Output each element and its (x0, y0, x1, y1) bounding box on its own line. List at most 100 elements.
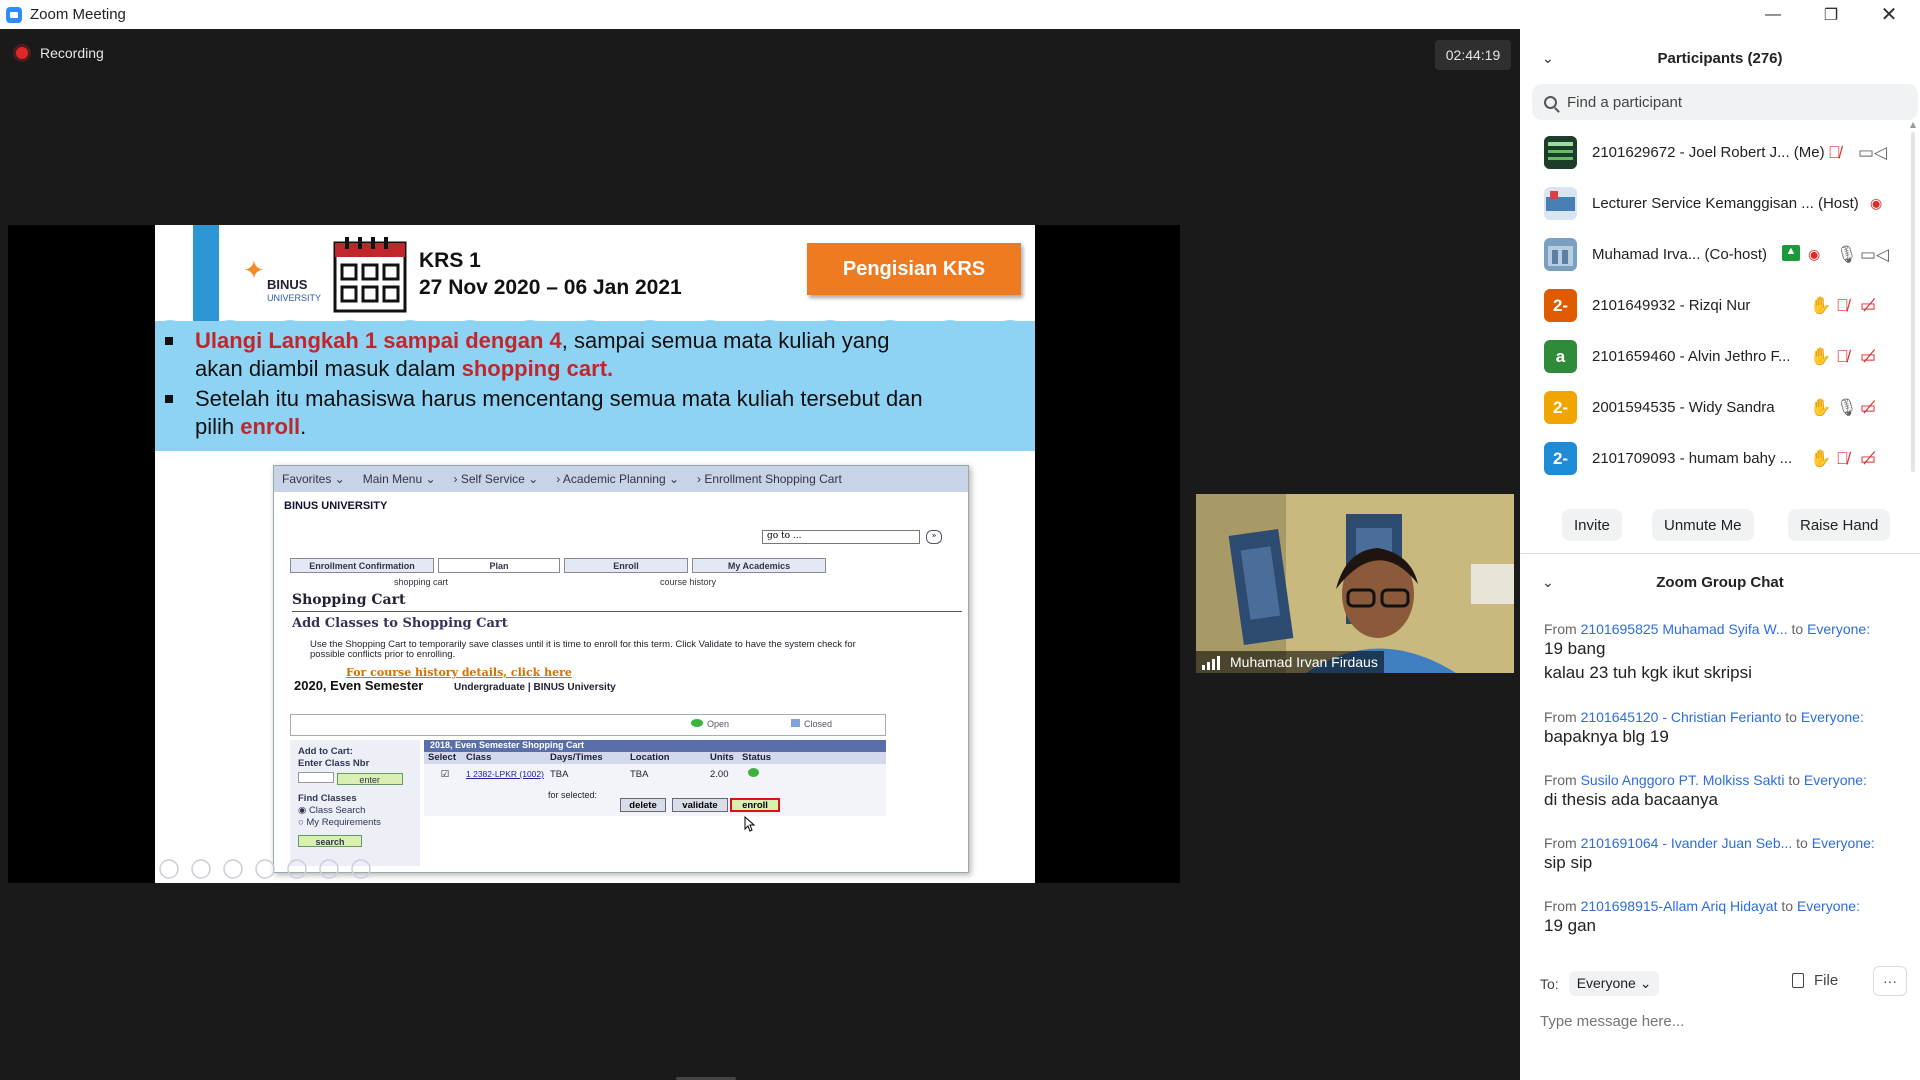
instruction-bullet-2: Setelah itu mahasiswa harus mencentang s… (159, 385, 1019, 441)
video-off-icon[interactable]: ▭̸ (1860, 449, 1876, 469)
file-button[interactable]: File (1792, 972, 1838, 989)
file-icon (1792, 973, 1804, 988)
mic-muted-icon[interactable]: 🎙̸ (1836, 449, 1849, 469)
inner-subtab: shopping cart (394, 577, 449, 587)
participant-row[interactable]: 2- 2101649932 - Rizqi Nur ✋ 🎙̸ ▭̸ (1520, 280, 1910, 331)
recording-dot-icon (16, 47, 28, 59)
avatar: a (1544, 340, 1577, 373)
window-title: Zoom Meeting (30, 6, 126, 23)
instruction-bullet-1: Ulangi Langkah 1 sampai dengan 4, sampai… (159, 327, 1019, 383)
inner-subtab: course history (660, 577, 717, 587)
inner-heading: Shopping Cart (292, 592, 406, 608)
inner-delete-button: delete (620, 798, 666, 812)
chat-recipient: To: Everyone ⌄ (1540, 971, 1660, 996)
inner-subheading: Add Classes to Shopping Cart (292, 616, 508, 631)
chat-message: From Susilo Anggoro PT. Molkiss Sakti to… (1544, 772, 1867, 809)
title-bar: Zoom Meeting — ❐ ✕ (0, 0, 1920, 29)
participant-row[interactable]: 2- 2001594535 - Widy Sandra ✋ 🎙 ▭̸ (1520, 382, 1910, 433)
presentation-slide: ✦ BINUS UNIVERSITY KRS 1 27 Nov 2020 – 0… (155, 225, 1035, 883)
raise-hand-icon: ✋ (1810, 295, 1832, 315)
slideshow-controls[interactable] (155, 857, 851, 883)
participant-row[interactable]: 2101629672 - Joel Robert J... (Me) 🎙̸ ▭◁ (1520, 127, 1910, 178)
participants-title: Participants (276) (1657, 49, 1783, 67)
recording-indicator[interactable]: Recording (16, 45, 104, 61)
inner-legend: Open Closed (290, 714, 886, 736)
participant-name: 2101659460 - Alvin Jethro F... (1592, 348, 1791, 365)
inner-goto-select: go to ... (762, 530, 920, 544)
participant-row[interactable]: 2- 2101709093 - humam bahy ... ✋ 🎙̸ ▭̸ (1520, 433, 1910, 484)
avatar (1544, 136, 1577, 169)
mouse-cursor-icon (744, 816, 756, 832)
chat-message-input[interactable] (1540, 1009, 1900, 1033)
inner-semester: 2020, Even Semester (294, 678, 424, 693)
search-icon (1544, 95, 1557, 109)
mic-muted-icon[interactable]: 🎙̸ (1828, 143, 1841, 163)
side-panel: ⌄ Participants (276) Find a participant … (1520, 29, 1920, 1080)
inner-divider (292, 611, 962, 612)
video-frame (1196, 494, 1514, 673)
video-camera-icon[interactable]: ▭◁ (1858, 143, 1887, 163)
video-camera-icon[interactable]: ▭◁ (1860, 245, 1889, 265)
chat-header: ⌄ Zoom Group Chat (1520, 567, 1920, 597)
recording-icon: ◉ (1808, 246, 1821, 262)
mic-icon[interactable]: 🎙 (1836, 398, 1858, 418)
participant-video[interactable]: Muhamad Irvan Firdaus (1196, 494, 1514, 673)
avatar: 2- (1544, 289, 1577, 322)
participants-header: ⌄ Participants (276) (1520, 43, 1920, 73)
unmute-me-button[interactable]: Unmute Me (1652, 509, 1754, 541)
chat-message: From 2101691064 - Ivander Juan Seb... to… (1544, 835, 1875, 872)
inner-tab: Plan (438, 558, 560, 573)
avatar: 2- (1544, 442, 1577, 475)
invite-button[interactable]: Invite (1562, 509, 1622, 541)
signal-strength-icon (1202, 654, 1222, 670)
mic-muted-icon[interactable]: 🎙̸ (1836, 347, 1849, 367)
participant-row[interactable]: Lecturer Service Kemanggisan ... (Host) … (1520, 178, 1910, 229)
video-name-label: Muhamad Irvan Firdaus (1196, 651, 1384, 673)
inner-tab: My Academics (692, 558, 826, 573)
minimize-button[interactable]: — (1744, 0, 1802, 29)
shopping-cart-screenshot: Favorites ⌄ Main Menu ⌄ › Self Service ⌄ › … (273, 465, 969, 873)
video-off-icon[interactable]: ▭̸ (1860, 347, 1876, 367)
video-participant-name: Muhamad Irvan Firdaus (1230, 654, 1378, 670)
raise-hand-icon: ✋ (1810, 448, 1832, 468)
inner-paragraph: Use the Shopping Cart to temporarily sav… (310, 639, 856, 660)
chat-message: From 2101695825 Muhamad Syifa W... to Ev… (1544, 621, 1871, 682)
meeting-timer: 02:44:19 (1435, 40, 1511, 70)
participant-row[interactable]: a 2101659460 - Alvin Jethro F... ✋ 🎙̸ ▭̸ (1520, 331, 1910, 382)
participant-name: 2101709093 - humam bahy ... (1592, 450, 1793, 467)
mic-icon[interactable]: 🎙 (1836, 245, 1858, 265)
panel-divider (1520, 553, 1920, 554)
participant-row[interactable]: Muhamad Irva... (Co-host) ▲ ◉ 🎙 ▭◁ (1520, 229, 1910, 280)
participants-scrollbar[interactable] (1910, 122, 1916, 482)
share-screen-icon: ▲ (1782, 245, 1800, 261)
participant-name: Muhamad Irva... (Co-host) (1592, 246, 1768, 263)
participant-name: Lecturer Service Kemanggisan ... (Host) (1592, 195, 1859, 212)
raise-hand-button[interactable]: Raise Hand (1788, 509, 1891, 541)
video-off-icon[interactable]: ▭̸ (1860, 398, 1876, 418)
mic-muted-icon[interactable]: 🎙̸ (1836, 296, 1849, 316)
binus-logo: ✦ BINUS UNIVERSITY (243, 255, 322, 303)
inner-validate-button: validate (672, 798, 728, 812)
shared-screen: ✦ BINUS UNIVERSITY KRS 1 27 Nov 2020 – 0… (8, 225, 1180, 883)
slide-accent-bar (193, 225, 219, 321)
inner-add-to-cart: Add to Cart: Enter Class Nbr enter Find … (290, 740, 420, 866)
restore-button[interactable]: ❐ (1802, 0, 1860, 29)
collapse-chevron-icon[interactable]: ⌄ (1542, 50, 1554, 67)
raise-hand-icon: ✋ (1810, 346, 1832, 366)
zoom-app-icon (6, 6, 22, 23)
to-label: To: (1540, 975, 1559, 992)
participant-search-input[interactable]: Find a participant (1532, 84, 1918, 120)
more-options-button[interactable]: ··· (1873, 966, 1907, 996)
video-off-icon[interactable]: ▭̸ (1860, 296, 1876, 316)
slideshow-control-icons (159, 859, 371, 879)
avatar (1544, 238, 1577, 271)
inner-breadcrumb: Favorites ⌄ Main Menu ⌄ › Self Service ⌄ › … (274, 466, 968, 492)
avatar: 2- (1544, 391, 1577, 424)
close-button[interactable]: ✕ (1860, 0, 1918, 29)
inner-goto-arrow-icon: » (926, 530, 942, 544)
chat-message: From 2101645120 - Christian Ferianto to … (1544, 709, 1864, 746)
calendar-icon (333, 237, 407, 313)
participant-name: 2101649932 - Rizqi Nur (1592, 297, 1751, 314)
collapse-chevron-icon[interactable]: ⌄ (1542, 574, 1554, 591)
recipient-select[interactable]: Everyone ⌄ (1568, 971, 1660, 996)
